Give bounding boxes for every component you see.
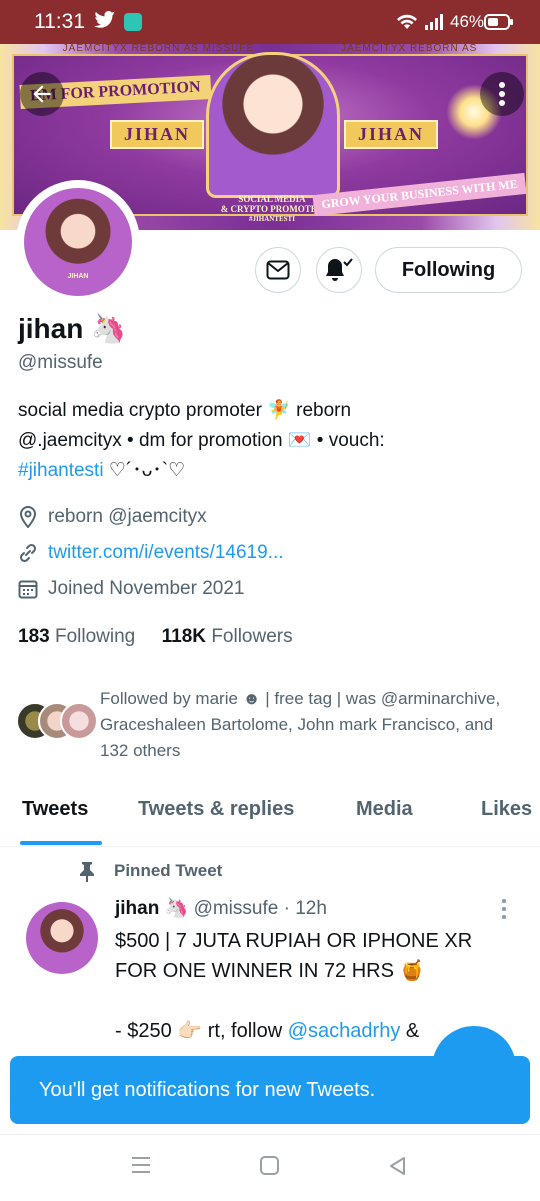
twitter-icon [94, 11, 116, 28]
bio-line2: @.jaemcityx • dm for promotion 💌 • vouch… [18, 430, 385, 451]
joined-row: Joined November 2021 [18, 578, 244, 600]
followed-by-text[interactable]: Followed by marie ☻ | free tag | was @ar… [100, 686, 520, 764]
tweet-line1: $500 | 7 JUTA RUPIAH OR IPHONE XR [115, 930, 473, 952]
follow-stats: 183 Following 118K Followers [18, 626, 293, 648]
battery-icon [484, 14, 513, 30]
location-pin-icon [19, 506, 37, 528]
banner-name-left: JIHAN [110, 120, 205, 149]
tweet-author-avatar[interactable] [26, 902, 98, 974]
bell-check-icon [326, 258, 353, 281]
location-text: reborn @jaemcityx [48, 506, 207, 527]
app-notification-icon [124, 13, 142, 31]
tweet-text: $500 | 7 JUTA RUPIAH OR IPHONE XR FOR ON… [115, 926, 515, 1046]
joined-text: Joined November 2021 [48, 578, 245, 599]
bio-line3: #jihantesti ♡´･ᴗ･`♡ [18, 456, 518, 486]
tab-tweets[interactable]: Tweets [22, 798, 88, 821]
bio-line1: social media crypto promoter 🧚 reborn [18, 400, 352, 421]
more-vertical-icon [499, 82, 505, 106]
banner-portrait [206, 52, 340, 198]
avatar-image: JIHAN [24, 188, 132, 296]
profile-bio: social media crypto promoter 🧚 reborn @.… [18, 396, 518, 486]
follower-avatar-3 [60, 702, 98, 740]
battery-percent: 46% [450, 12, 485, 31]
tweet-line3-prefix: - $250 👉🏻 rt, follow [115, 1020, 288, 1042]
followers-label: Followers [211, 626, 293, 647]
message-button[interactable] [255, 247, 301, 293]
tweet-header: jihan 🦄 @missufe · 12h [115, 896, 327, 920]
wifi-icon [397, 14, 417, 29]
tab-likes[interactable]: Likes [481, 798, 532, 821]
bio-tail: ♡´･ᴗ･`♡ [103, 460, 186, 481]
back-button[interactable] [20, 72, 64, 116]
tab-tweets-replies[interactable]: Tweets & replies [138, 798, 294, 821]
tweet-author-name[interactable]: jihan 🦄 [115, 898, 188, 919]
following-count: 183 [18, 626, 50, 647]
followers-count: 118K [161, 626, 207, 647]
system-nav-bar [0, 1134, 540, 1201]
arrow-left-icon [33, 85, 51, 103]
signal-icon [425, 14, 443, 30]
banner-top-text-left: JAEMCITYX REBORN AS MISSUFE [62, 44, 255, 54]
website-row[interactable]: twitter.com/i/events/14619... [18, 542, 284, 564]
status-time: 11:31 [34, 10, 85, 33]
profile-avatar[interactable]: JIHAN [16, 180, 140, 304]
link-icon [19, 543, 37, 563]
location-row: reborn @jaemcityx [18, 506, 207, 528]
status-bar: 11:31 46% [0, 0, 540, 44]
tweet-meta: @missufe · 12h [193, 898, 327, 919]
recent-apps-icon[interactable] [130, 1155, 152, 1175]
profile-tabs: Tweets Tweets & replies Media Likes [0, 786, 540, 847]
following-button[interactable]: Following [375, 247, 522, 293]
home-icon[interactable] [259, 1155, 281, 1177]
following-stat[interactable]: 183 Following [18, 626, 135, 647]
tab-media[interactable]: Media [356, 798, 413, 821]
notification-toast: You'll get notifications for new Tweets. [10, 1056, 530, 1124]
notifications-button[interactable] [316, 247, 362, 293]
more-options-button[interactable] [480, 72, 524, 116]
website-link[interactable]: twitter.com/i/events/14619... [48, 542, 284, 564]
tweet-line3-suffix: & [400, 1020, 420, 1042]
avatar-label: JIHAN [67, 273, 89, 280]
tweet-more-icon[interactable] [500, 898, 508, 920]
profile-handle: @missufe [18, 352, 103, 373]
display-name: jihan 🦄 [18, 313, 126, 344]
tweet-line2: FOR ONE WINNER IN 72 HRS 🍯 [115, 960, 425, 982]
back-nav-icon[interactable] [386, 1155, 408, 1177]
calendar-icon [18, 580, 38, 599]
banner-name-right: JIHAN [344, 120, 439, 149]
toast-text: You'll get notifications for new Tweets. [39, 1078, 376, 1101]
bio-hashtag-link[interactable]: #jihantesti [18, 460, 104, 481]
pin-icon [80, 862, 94, 882]
tweet-mention-link[interactable]: @sachadrhy [288, 1020, 401, 1042]
active-tab-indicator [20, 841, 102, 845]
pinned-label-row: Pinned Tweet [76, 860, 222, 882]
pinned-tweet-label: Pinned Tweet [114, 861, 223, 880]
following-label: Following [54, 626, 136, 647]
followers-stat[interactable]: 118K Followers [162, 626, 293, 647]
envelope-icon [266, 260, 290, 280]
